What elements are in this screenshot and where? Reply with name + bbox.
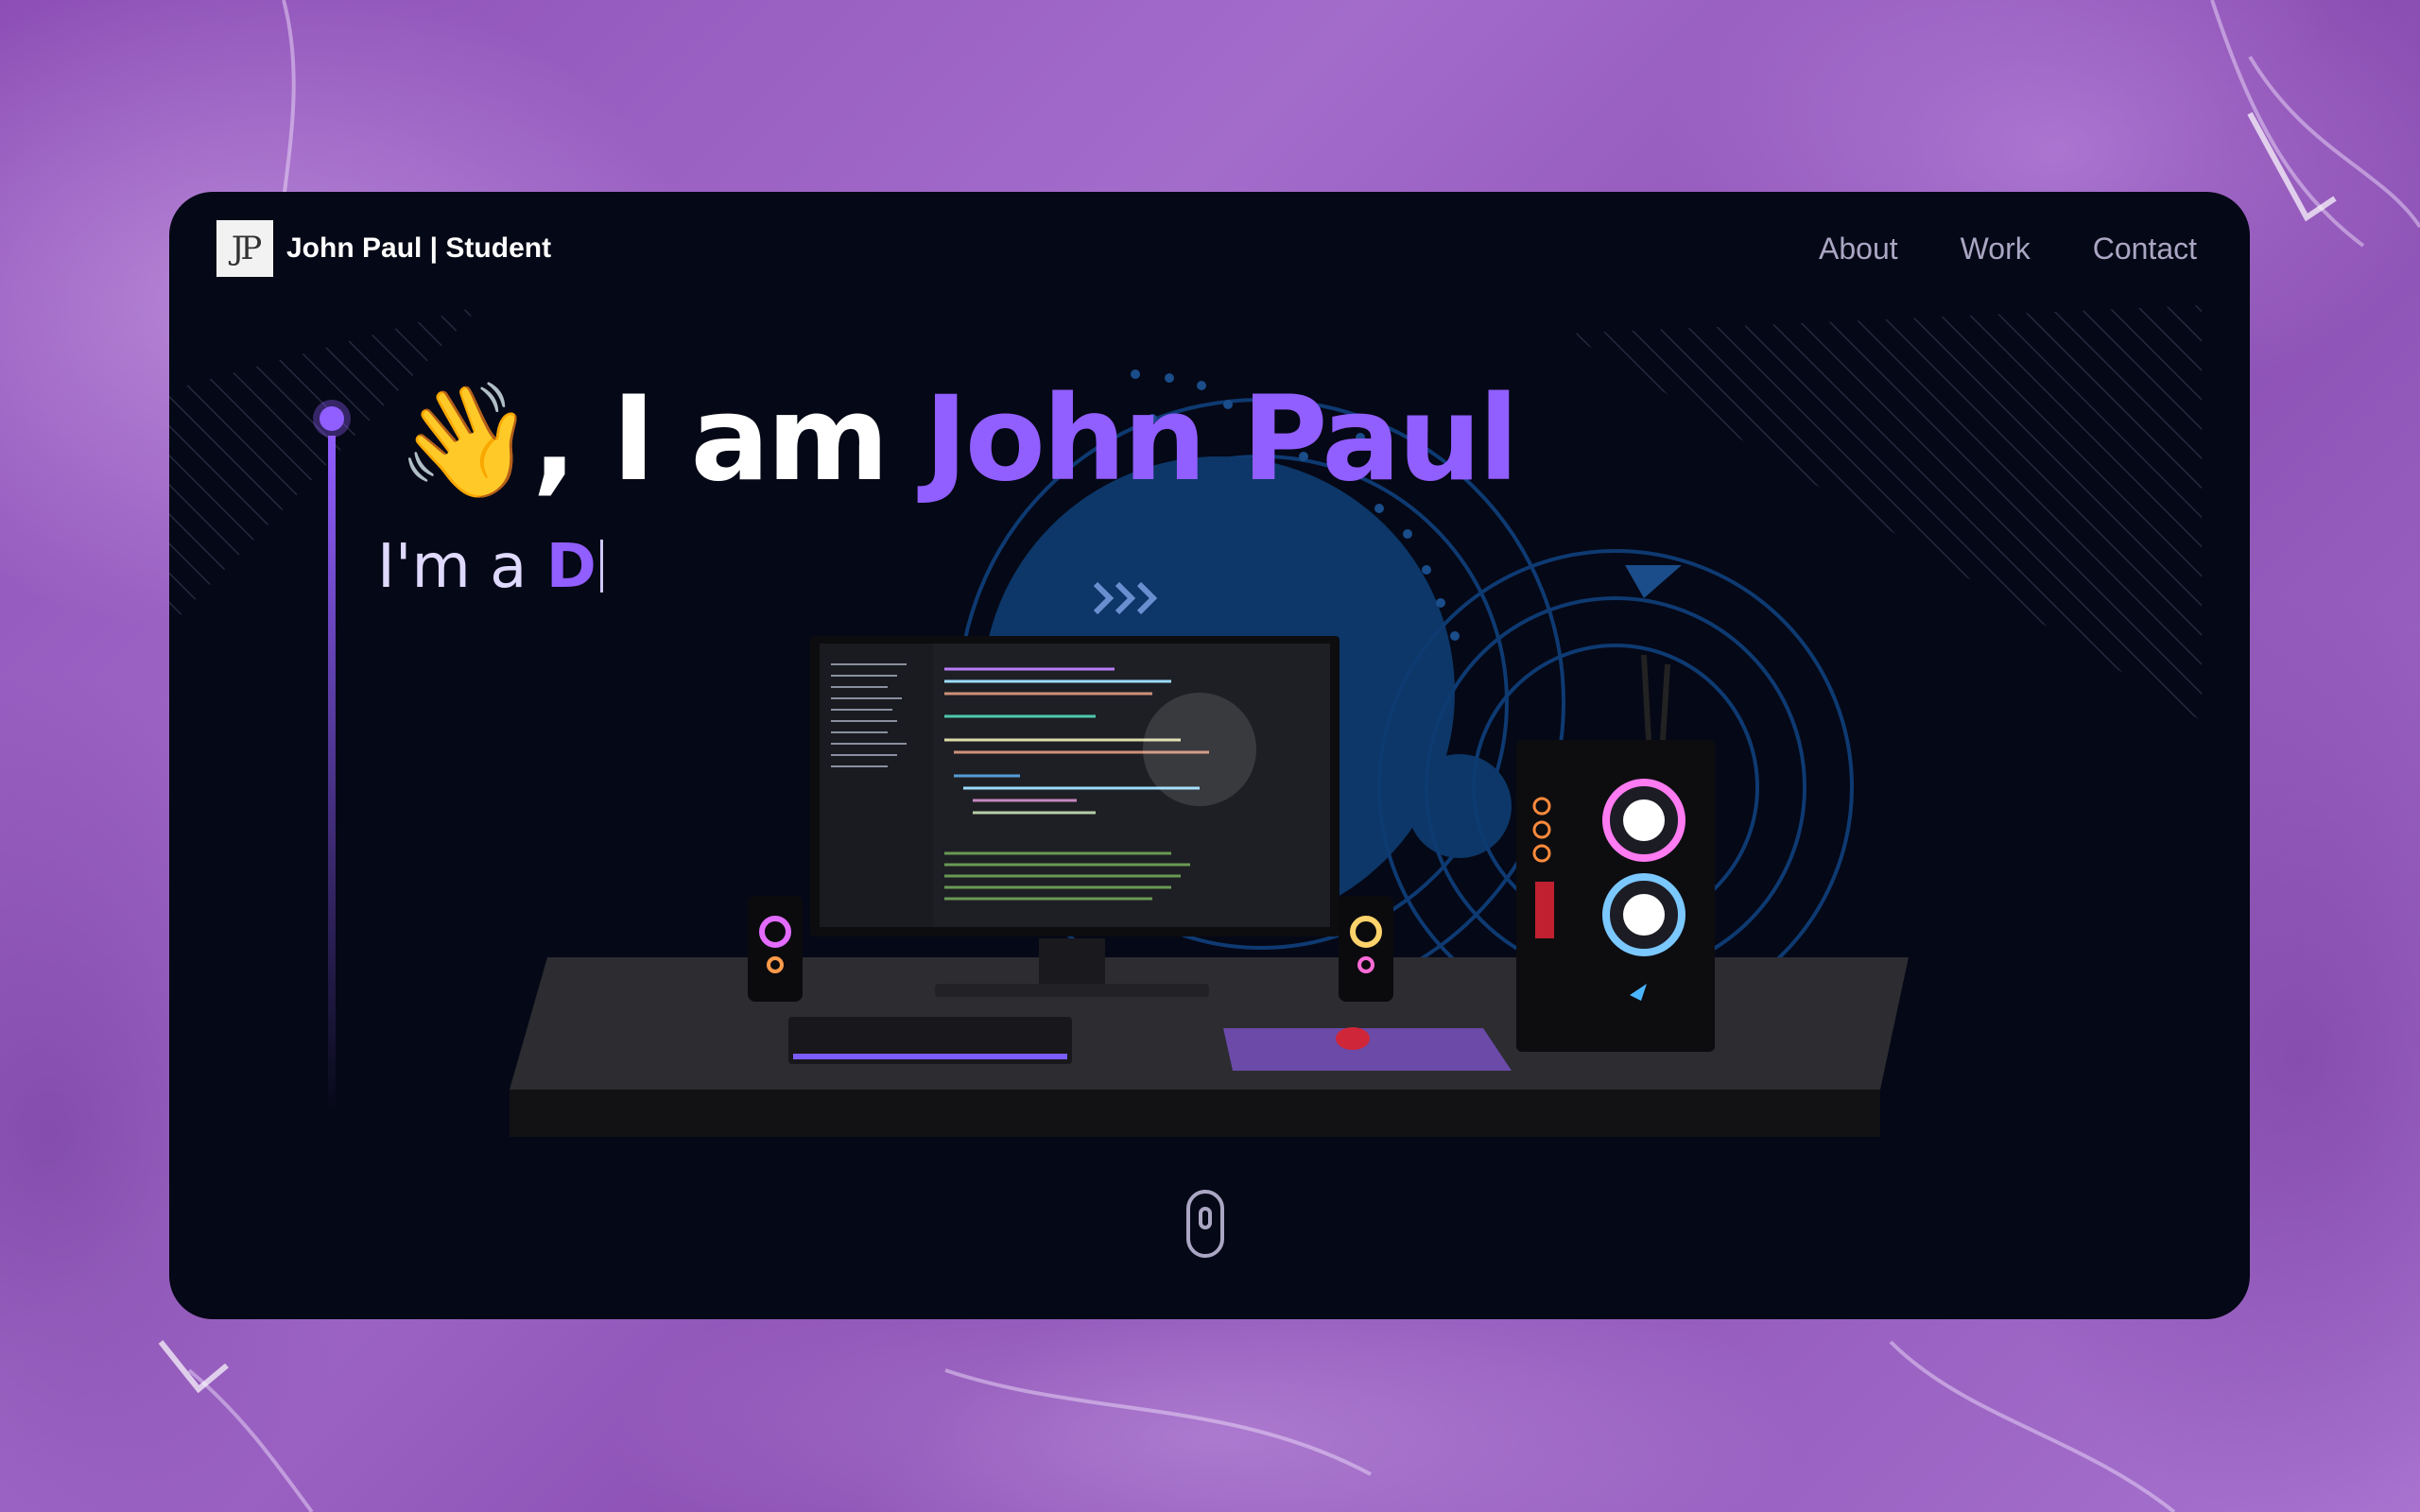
typed-text: D <box>545 532 596 602</box>
hero-headline: 👋, I am John Paul <box>396 371 1519 507</box>
brand-text[interactable]: John Paul | Student <box>286 232 551 265</box>
nav-link-contact[interactable]: Contact <box>2093 232 2197 266</box>
nav-link-about[interactable]: About <box>1819 232 1898 266</box>
nav-link-work[interactable]: Work <box>1961 232 2031 266</box>
hero-window: JP John Paul | Student About Work Contac… <box>169 192 2250 1319</box>
decorative-shapes <box>169 305 2202 1137</box>
timeline-line <box>328 436 336 1116</box>
hero-subline: I'm a D <box>377 532 603 602</box>
brand[interactable]: JP John Paul | Student <box>216 220 551 277</box>
nav-links: About Work Contact <box>1819 232 2197 266</box>
scroll-mouse-icon[interactable] <box>1186 1190 1224 1258</box>
waving-hand-icon: 👋 <box>396 375 535 506</box>
typing-caret <box>599 540 603 593</box>
scroll-wheel <box>1199 1207 1212 1229</box>
logo[interactable]: JP <box>216 220 273 277</box>
greeting-text: , I am <box>531 371 925 507</box>
subline-prefix: I'm a <box>377 532 546 602</box>
hero-name: John Paul <box>924 371 1519 507</box>
timeline-dot <box>313 400 351 438</box>
top-nav: JP John Paul | Student About Work Contac… <box>169 192 2250 305</box>
